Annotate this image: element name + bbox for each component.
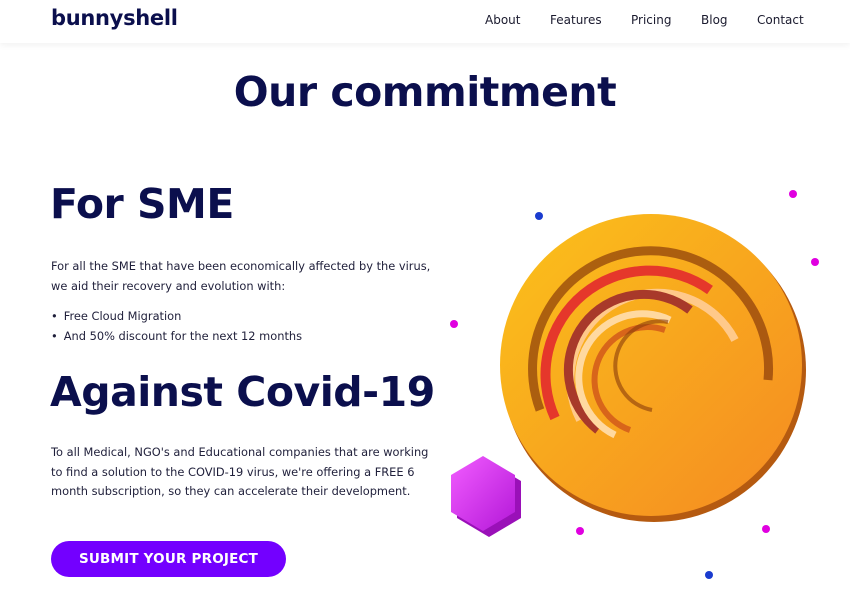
page-title: Our commitment: [233, 68, 617, 116]
nav-item-blog[interactable]: Blog: [701, 13, 728, 27]
dot-icon: [576, 527, 584, 535]
dot-icon: [705, 571, 713, 579]
coin-icon: [500, 214, 806, 522]
nav-item-pricing[interactable]: Pricing: [631, 13, 671, 27]
dot-icon: [789, 190, 797, 198]
sme-benefits-list: Free Cloud Migration And 50% discount fo…: [51, 306, 302, 346]
nav-item-features[interactable]: Features: [550, 13, 602, 27]
dot-icon: [535, 212, 543, 220]
dot-icon: [762, 525, 770, 533]
sme-paragraph: For all the SME that have been economica…: [51, 259, 431, 293]
navbar: bunnyshell About Features Pricing Blog C…: [0, 0, 850, 43]
hexagon-icon: [451, 456, 521, 537]
sme-heading: For SME: [50, 180, 234, 228]
nav-item-contact[interactable]: Contact: [757, 13, 804, 27]
covid-paragraph: To all Medical, NGO's and Educational co…: [51, 445, 429, 498]
dot-icon: [450, 320, 458, 328]
list-item: Free Cloud Migration: [51, 306, 302, 326]
dot-icon: [811, 258, 819, 266]
logo[interactable]: bunnyshell: [51, 6, 178, 30]
submit-project-button[interactable]: SUBMIT YOUR PROJECT: [51, 541, 286, 577]
covid-heading: Against Covid-19: [50, 368, 435, 416]
list-item: And 50% discount for the next 12 months: [51, 326, 302, 346]
nav-item-about[interactable]: About: [485, 13, 520, 27]
